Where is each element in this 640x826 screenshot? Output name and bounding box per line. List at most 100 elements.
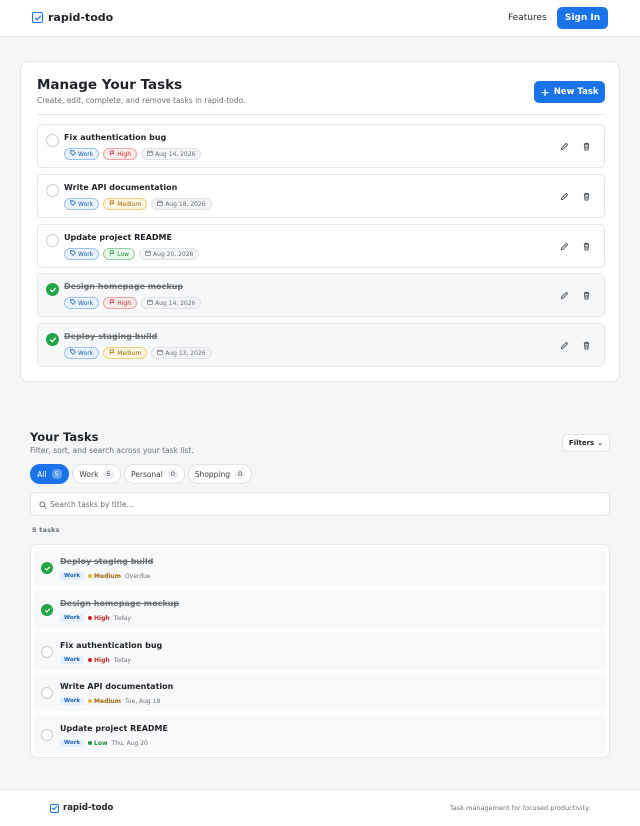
calendar-icon: [147, 150, 153, 158]
date-label: Aug 18, 2026: [165, 200, 206, 208]
trash-icon[interactable]: [582, 136, 591, 155]
task-card: Deploy staging build Work Medium Aug 13, 20…: [37, 323, 605, 367]
filter-chip-all[interactable]: All 5: [30, 464, 69, 484]
task-checkbox[interactable]: [46, 333, 59, 346]
task-meta: Work High Today: [60, 656, 131, 664]
date-label: Aug 20, 2026: [153, 250, 194, 258]
task-checkbox[interactable]: [46, 234, 59, 247]
task-meta: Work High Today: [60, 614, 131, 622]
priority-label: Medium: [117, 200, 142, 208]
due-label: Overdue: [124, 572, 151, 580]
trash-icon[interactable]: [582, 186, 591, 205]
category-badge: Work: [64, 148, 100, 160]
filter-chip-shopping[interactable]: Shopping 0: [188, 464, 252, 484]
your-tasks-title: Your Tasks: [30, 430, 99, 444]
calendar-icon: [145, 250, 151, 258]
page-subtitle: Create, edit, complete, and remove tasks…: [37, 96, 246, 105]
trash-icon[interactable]: [582, 285, 591, 304]
priority-label: High: [94, 614, 110, 622]
priority-dot: [88, 699, 93, 703]
task-checkbox[interactable]: [46, 134, 59, 147]
list-item[interactable]: Write API documentation Work Medium Tue, Au…: [33, 673, 607, 711]
list-item[interactable]: Design homepage mockup Work High Today: [33, 590, 607, 628]
nav-features-link[interactable]: Features: [508, 13, 547, 23]
task-title: Deploy staging build: [64, 332, 158, 341]
task-checkbox[interactable]: [41, 646, 53, 658]
priority-indicator: Medium: [88, 698, 121, 705]
filter-chip-work[interactable]: Work 5: [72, 464, 121, 484]
divider: [37, 114, 605, 115]
calendar-icon: [157, 200, 163, 208]
task-checkbox[interactable]: [46, 283, 59, 296]
due-label: Today: [113, 614, 132, 622]
footer-brand[interactable]: rapid-todo: [50, 803, 113, 813]
priority-indicator: High: [88, 615, 110, 622]
task-actions: [560, 136, 591, 155]
task-meta: Work Low Thu, Aug 20: [60, 739, 148, 747]
footer: rapid-todo Task management for focused p…: [0, 789, 640, 826]
brand-link[interactable]: rapid-todo: [32, 11, 113, 24]
task-checkbox[interactable]: [41, 562, 53, 574]
chip-count: 0: [167, 469, 179, 479]
task-badges: Work High Aug 14, 2026: [64, 297, 202, 309]
list-item[interactable]: Fix authentication bug Work High Today: [33, 632, 607, 670]
category-badge: Work: [64, 248, 100, 260]
task-badges: Work High Aug 14, 2026: [64, 148, 202, 160]
priority-label: Medium: [117, 349, 142, 357]
task-badges: Work Low Aug 20, 2026: [64, 248, 200, 260]
filters-label: Filters: [568, 439, 595, 447]
list-item[interactable]: Update project README Work Low Thu, Aug 20: [33, 715, 607, 753]
task-meta: Work Medium Overdue: [60, 572, 151, 580]
date-label: Aug 14, 2026: [155, 299, 196, 307]
task-card: Fix authentication bug Work High Aug 14, 20…: [37, 124, 605, 168]
priority-indicator: Low: [88, 740, 108, 747]
sign-in-button[interactable]: Sign In: [557, 7, 608, 29]
date-badge: Aug 18, 2026: [151, 198, 212, 210]
manage-tasks-card: Manage Your Tasks Create, edit, complete…: [20, 61, 620, 382]
new-task-button[interactable]: + New Task: [534, 81, 605, 103]
pencil-icon[interactable]: [560, 136, 569, 155]
your-tasks-subtitle: Filter, sort, and search across your tas…: [30, 446, 194, 455]
task-title: Update project README: [64, 233, 172, 242]
new-task-label: New Task: [553, 87, 599, 97]
date-badge: Aug 14, 2026: [141, 297, 202, 309]
task-checkbox[interactable]: [41, 687, 53, 699]
list-item[interactable]: Deploy staging build Work Medium Overdue: [33, 548, 607, 586]
task-checkbox[interactable]: [46, 184, 59, 197]
brand-name: rapid-todo: [48, 11, 114, 24]
flag-icon: [109, 349, 115, 357]
chip-count: 5: [51, 469, 62, 479]
task-title: Deploy staging build: [60, 557, 154, 566]
priority-label: Low: [94, 739, 108, 747]
date-badge: Aug 13, 2026: [151, 347, 212, 359]
pencil-icon[interactable]: [560, 285, 569, 304]
pencil-icon[interactable]: [560, 335, 569, 354]
flag-icon: [109, 250, 115, 258]
chip-count: 5: [103, 469, 114, 479]
task-checkbox[interactable]: [41, 729, 53, 741]
category-label: Work: [78, 250, 94, 258]
search-input[interactable]: [50, 497, 600, 512]
priority-dot: [88, 741, 93, 745]
filters-button[interactable]: Filters ⌄: [562, 434, 610, 452]
priority-label: High: [117, 150, 131, 158]
footer-brand-name: rapid-todo: [63, 803, 114, 813]
priority-label: Medium: [94, 697, 121, 705]
priority-badge: Low: [103, 248, 136, 260]
priority-label: Low: [117, 250, 130, 258]
priority-indicator: Medium: [88, 573, 121, 580]
due-label: Today: [113, 656, 132, 664]
trash-icon[interactable]: [582, 236, 591, 255]
category-tag: Work: [60, 739, 85, 747]
priority-badge: High: [103, 148, 137, 160]
task-actions: [560, 186, 591, 205]
task-checkbox[interactable]: [41, 604, 53, 616]
tag-icon: [70, 349, 76, 357]
filter-chip-personal[interactable]: Personal 0: [124, 464, 185, 484]
category-label: Work: [78, 200, 94, 208]
task-title: Design homepage mockup: [60, 599, 180, 608]
trash-icon[interactable]: [582, 335, 591, 354]
pencil-icon[interactable]: [560, 186, 569, 205]
pencil-icon[interactable]: [560, 236, 569, 255]
priority-label: Medium: [94, 572, 121, 580]
